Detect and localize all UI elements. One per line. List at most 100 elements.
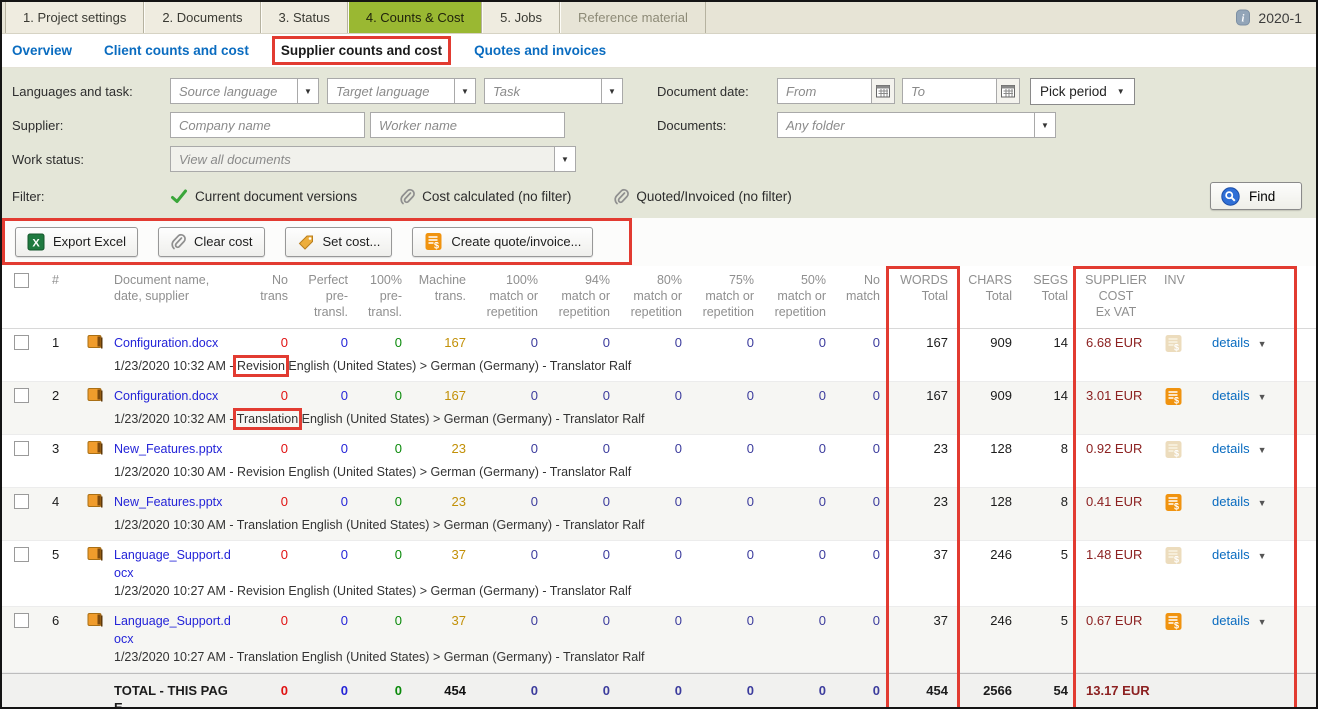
target-language-select[interactable]: Target language [327,78,455,104]
table-row: 3New_Features.pptx000230000002312880.92 … [2,435,1316,488]
find-label: Find [1249,189,1275,204]
document-name-link[interactable]: Configuration.docx [114,336,218,350]
date-from-input[interactable] [777,78,872,104]
source-language-select[interactable]: Source language [170,78,298,104]
document-name-link[interactable]: New_Features.pptx [114,495,222,509]
main-tab-4[interactable]: 4. Counts & Cost [348,2,482,33]
chevron-down-icon[interactable]: ▼ [1258,551,1267,561]
date-to-calendar-button[interactable] [996,78,1020,104]
main-tab-1[interactable]: 1. Project settings [5,2,144,33]
table-row: 1Configuration.docx000167000000167909146… [2,329,1316,382]
svg-text:X: X [32,237,40,249]
document-icon [87,440,104,456]
count-value: 167 [410,387,474,404]
count-value: 0 [356,493,410,510]
document-name-link[interactable]: Language_Support.docx [114,548,231,580]
create-quote-invoice-button[interactable]: $Create quote/invoice... [412,227,593,257]
invoice-icon[interactable]: $ [1164,493,1183,512]
row-checkbox[interactable] [14,441,29,456]
document-name-link[interactable]: Language_Support.docx [114,614,231,646]
chevron-down-icon[interactable]: ▼ [1258,392,1267,402]
select-all-checkbox[interactable] [14,273,29,288]
language-pair-supplier: English (United States) > German (German… [298,650,644,664]
row-checkbox[interactable] [14,494,29,509]
details-link[interactable]: details [1212,613,1250,628]
find-button[interactable]: Find [1210,182,1302,210]
details-link[interactable]: details [1212,441,1250,456]
document-name-link[interactable]: Configuration.docx [114,389,218,403]
segs-total-value: 14 [1020,334,1076,351]
sub-tab-quotes-and-invoices[interactable]: Quotes and invoices [474,43,606,58]
document-name-link[interactable]: New_Features.pptx [114,442,222,456]
document-subtitle: 1/23/2020 10:27 AM - Revision English (U… [114,583,1316,606]
toolbar-annotation-box: XExport Excel Clear cost Set cost... $Creat… [2,218,632,265]
main-tab-3[interactable]: 3. Status [261,2,348,33]
invoice-icon-inactive: $ [1164,440,1183,459]
count-value: 0 [474,612,546,629]
sub-tab-overview[interactable]: Overview [12,43,72,58]
header-number: # [38,272,78,288]
count-value: 0 [618,334,690,351]
count-value: 0 [762,493,834,510]
paperclip-icon [613,188,629,205]
row-checkbox[interactable] [14,388,29,403]
row-checkbox[interactable] [14,547,29,562]
invoice-icon[interactable]: $ [1164,612,1183,631]
task-annotation-box: Revision [237,359,285,373]
task-select[interactable]: Task [484,78,602,104]
date-from-calendar-button[interactable] [871,78,895,104]
export-excel-button[interactable]: XExport Excel [15,227,138,257]
info-icon: i [1235,9,1251,26]
chevron-down-icon[interactable]: ▼ [1258,339,1267,349]
work-status-dropdown-button[interactable]: ▼ [554,146,576,172]
total-count-value: 0 [834,682,888,699]
source-language-dropdown-button[interactable]: ▼ [297,78,319,104]
count-value: 0 [762,387,834,404]
total-count-value: 0 [546,682,618,699]
filter-toggle-1[interactable]: Current document versions [170,189,357,204]
count-value: 0 [240,612,296,629]
main-tab-2[interactable]: 2. Documents [144,2,260,33]
toolbar-row: XExport Excel Clear cost Set cost... $Creat… [2,218,1316,266]
table-row: 2Configuration.docx000167000000167909143… [2,382,1316,435]
details-link[interactable]: details [1212,494,1250,509]
sub-tab-client-counts-and-cost[interactable]: Client counts and cost [104,43,249,58]
documents-dropdown-button[interactable]: ▼ [1034,112,1056,138]
details-link[interactable]: details [1212,388,1250,403]
total-row: TOTAL - THIS PAGE00045400000045425665413… [2,673,1316,709]
pick-period-button[interactable]: Pick period▼ [1030,78,1135,105]
document-subtitle: 1/23/2020 10:32 AM - Revision English (U… [114,358,1316,381]
set-cost-button[interactable]: Set cost... [285,227,393,257]
chevron-down-icon[interactable]: ▼ [1258,498,1267,508]
row-checkbox[interactable] [14,335,29,350]
filter-toggle-3[interactable]: Quoted/Invoiced (no filter) [613,188,791,205]
invoice-icon-inactive: $ [1164,546,1183,565]
sub-tab-supplier-counts-and-cost[interactable]: Supplier counts and cost [281,43,442,58]
clear-cost-button[interactable]: Clear cost [158,227,265,257]
worker-name-input[interactable] [370,112,565,138]
chevron-down-icon[interactable]: ▼ [1258,617,1267,627]
table-row: 6Language_Support.docx000370000003724650… [2,607,1316,673]
document-date: 1/23/2020 10:27 AM - [114,650,237,664]
task-dropdown-button[interactable]: ▼ [601,78,623,104]
svg-text:$: $ [1174,502,1179,512]
document-subtitle: 1/23/2020 10:30 AM - Translation English… [114,517,1316,540]
invoice-icon[interactable]: $ [1164,387,1183,406]
target-language-dropdown-button[interactable]: ▼ [454,78,476,104]
documents-folder-select[interactable]: Any folder [777,112,1035,138]
sub-tab-bar: Overview Client counts and cost Supplier c… [2,34,1316,68]
count-value: 0 [618,440,690,457]
details-link[interactable]: details [1212,547,1250,562]
main-tab-5[interactable]: 5. Jobs [482,2,560,33]
row-checkbox[interactable] [14,613,29,628]
chevron-down-icon[interactable]: ▼ [1258,445,1267,455]
work-status-select[interactable]: View all documents [170,146,555,172]
company-name-input[interactable] [170,112,365,138]
chars-total-value: 128 [956,440,1020,457]
filter-toggle-2[interactable]: Cost calculated (no filter) [399,188,571,205]
count-value: 0 [834,493,888,510]
words-total-value: 167 [888,387,956,404]
details-link[interactable]: details [1212,335,1250,350]
chars-total-value: 909 [956,387,1020,404]
date-to-input[interactable] [902,78,997,104]
